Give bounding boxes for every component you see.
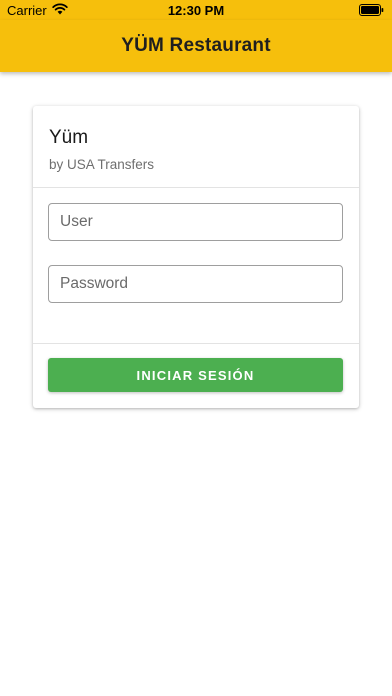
login-card: Yüm by USA Transfers User Password INICI… <box>33 106 359 408</box>
card-header: Yüm by USA Transfers <box>33 106 359 188</box>
login-button[interactable]: INICIAR SESIÓN <box>48 358 343 392</box>
card-title: Yüm <box>49 127 89 148</box>
password-field-placeholder: Password <box>60 275 129 292</box>
card-actions: INICIAR SESIÓN <box>33 344 359 392</box>
battery-full-icon <box>359 4 384 19</box>
user-field[interactable]: User <box>48 203 343 241</box>
password-field[interactable]: Password <box>48 265 343 303</box>
user-field-placeholder: User <box>60 213 93 230</box>
card-subtitle: by USA Transfers <box>49 157 155 172</box>
card-body: User Password <box>33 188 359 344</box>
status-time: 12:30 PM <box>167 3 225 18</box>
app-title: YÜM Restaurant <box>121 35 271 56</box>
app-bar: YÜM Restaurant <box>0 20 392 72</box>
status-bar: Carrier 12:30 PM <box>0 0 392 20</box>
